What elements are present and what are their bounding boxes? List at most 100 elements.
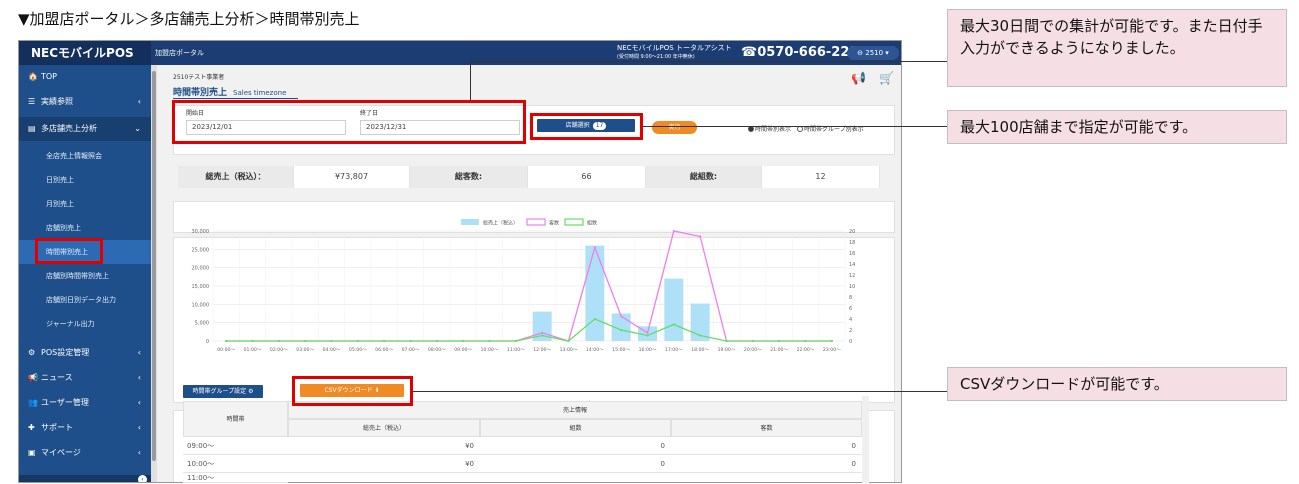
total-sales-value: ¥73,807 [294, 166, 410, 188]
page-title: 時間帯別売上 Sales timezone [173, 85, 286, 98]
line-point [593, 246, 596, 249]
total-groups-value: 12 [762, 166, 880, 188]
line-point [593, 317, 596, 321]
cart-icon[interactable]: 🛒 [879, 71, 894, 85]
line-point [725, 339, 728, 343]
legend-label: 総売上（税込） [483, 220, 518, 227]
sidebar-item-mypage[interactable]: ▣ マイページ ‹ [19, 441, 151, 465]
chevron-left-icon: ‹ [137, 423, 141, 432]
note-date-range: 最大30日間での集計が可能です。また日付手入力ができるようになりました。 [947, 9, 1287, 87]
note-store-limit: 最大100店舗まで指定が可能です。 [947, 110, 1287, 144]
row-customers: 0 [671, 455, 862, 473]
megaphone-icon[interactable]: 📢 [851, 71, 866, 85]
sub-item-store-daily-export[interactable]: 店舗別日別データ出力 [19, 288, 151, 312]
x-tick-label: 18:00〜 [691, 347, 709, 353]
line-point [304, 339, 307, 343]
sidebar-item-users[interactable]: 👥 ユーザー管理 ‹ [19, 391, 151, 415]
y2-tick-label: 4 [849, 317, 852, 323]
sub-item-all-stores[interactable]: 全店売上情報照会 [19, 144, 151, 168]
sub-item-journal[interactable]: ジャーナル出力 [19, 312, 151, 336]
chevron-left-icon: ‹ [137, 97, 141, 106]
line-point [330, 339, 333, 343]
brand-logo[interactable]: NECモバイルPOS [19, 41, 151, 65]
sidebar-item-news[interactable]: 📢 ニュース ‹ [19, 366, 151, 390]
sub-item-daily[interactable]: 日別売上 [19, 168, 151, 192]
execute-button[interactable]: 実行 [652, 121, 697, 134]
group-setting-button[interactable]: 時間帯グループ設定 ⚙ [183, 385, 263, 398]
table-header-groups: 組数 [480, 419, 671, 437]
page-title-en: Sales timezone [233, 89, 287, 97]
y2-tick-label: 16 [849, 251, 855, 257]
page-title-ja: 時間帯別売上 [173, 88, 228, 98]
table-scrollbar[interactable] [862, 396, 869, 483]
line-point [541, 331, 544, 334]
users-icon: 👥 [28, 398, 38, 407]
title-underline [173, 98, 298, 99]
x-tick-label: 17:00〜 [665, 347, 683, 353]
legend-swatch [526, 218, 546, 226]
sidebar-item-label: マイページ [41, 448, 81, 457]
chevron-left-icon: ‹ [137, 373, 141, 382]
breadcrumb: 2510テスト事業者 [173, 74, 225, 81]
row-time: 11:00〜 [183, 473, 288, 483]
row-groups: 0 [480, 437, 671, 455]
highlight-store-select [530, 113, 643, 140]
megaphone-icon: 📢 [28, 373, 38, 382]
row-groups: 0 [480, 455, 671, 473]
line-point [830, 339, 833, 343]
sidebar-item-label: POS設定管理 [41, 348, 90, 357]
x-tick-label: 16:00〜 [639, 347, 657, 353]
x-tick-label: 22:00〜 [797, 347, 815, 353]
sidebar-item-pos-settings[interactable]: ⚙ POS設定管理 ‹ [19, 341, 151, 365]
user-menu-button[interactable]: ⊖ 2510 ▾ [847, 46, 899, 60]
y2-tick-label: 6 [849, 306, 852, 312]
line-point [646, 331, 649, 334]
sidebar-item-top[interactable]: 🏠 TOP [19, 65, 151, 89]
list-icon: ☰ [28, 97, 36, 106]
callout-line [643, 126, 947, 127]
sub-item-monthly[interactable]: 月別売上 [19, 192, 151, 216]
sub-item-by-store[interactable]: 店舗別売上 [19, 216, 151, 240]
y2-tick-label: 0 [849, 339, 852, 345]
x-tick-label: 06:00〜 [375, 347, 393, 353]
collapse-icon[interactable]: ‹ [138, 475, 147, 482]
x-tick-label: 04:00〜 [323, 347, 341, 353]
line-point [435, 339, 438, 343]
line-point [488, 339, 491, 343]
line-point [804, 339, 807, 343]
y-tick-label: 25,000 [192, 247, 210, 253]
sidebar-item-label: 多店舗売上分析 [41, 124, 97, 133]
sidebar-item-results[interactable]: ☰ 実績参照 ‹ [19, 90, 151, 114]
sidebar-item-support[interactable]: ✚ サポート ‹ [19, 416, 151, 440]
assist-title: NECモバイルPOS トータルアシスト [617, 44, 732, 52]
sub-item-store-timezone[interactable]: 店舗別時間帯別売上 [19, 264, 151, 288]
radio-timezone-label: 時間帯別表示 [755, 126, 792, 133]
line-point [672, 323, 675, 326]
table-header-time: 時間帯 [183, 401, 288, 437]
sidebar-item-label: サポート [41, 423, 73, 432]
sidebar-item-multistore[interactable]: ▤ 多店舗売上分析 ⌄ [19, 117, 151, 141]
line-point [225, 339, 228, 343]
highlight-date-range [172, 100, 526, 144]
gear-icon: ⚙ [28, 348, 36, 357]
x-tick-label: 14:00〜 [586, 347, 604, 353]
line-point [751, 339, 754, 343]
y2-tick-label: 18 [849, 240, 855, 246]
x-tick-label: 23:00〜 [823, 347, 841, 353]
x-tick-label: 20:00〜 [744, 347, 762, 353]
line-point [514, 339, 517, 343]
row-customers: 0 [671, 437, 862, 455]
line-point [251, 339, 254, 343]
line-point [567, 339, 570, 343]
chevron-left-icon: ‹ [137, 448, 141, 457]
table-header-sales: 総売上（税込） [288, 419, 480, 437]
y-tick-label: 5,000 [195, 321, 209, 327]
report-icon: ▤ [28, 124, 36, 133]
chevron-left-icon: ‹ [137, 348, 141, 357]
total-customers-value: 66 [528, 166, 646, 188]
x-tick-label: 02:00〜 [270, 347, 288, 353]
legend-label: 客数 [549, 220, 559, 227]
y2-tick-label: 10 [849, 284, 855, 290]
x-tick-label: 11:00〜 [507, 347, 525, 353]
legend-swatch [461, 219, 479, 225]
